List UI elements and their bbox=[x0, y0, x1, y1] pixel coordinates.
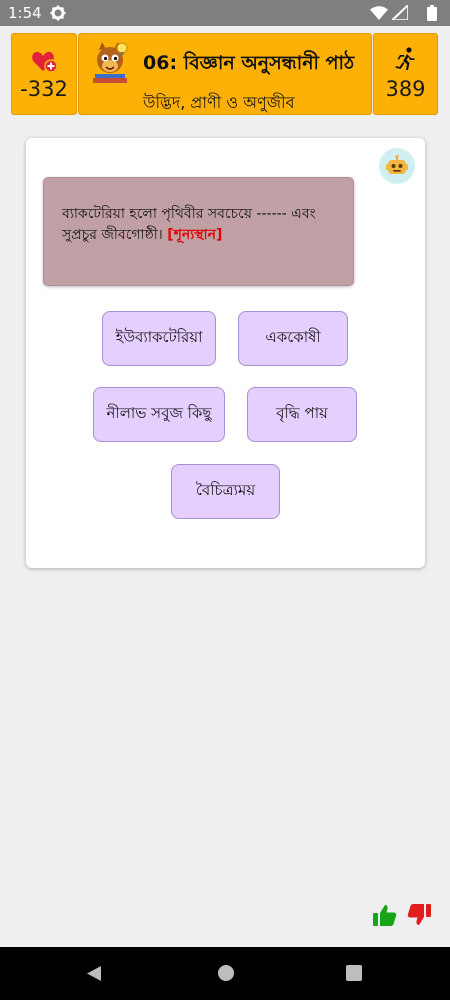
question-card: ব্যাকটেরিয়া হলো পৃথিবীর সবচেয়ে ------ … bbox=[26, 138, 425, 568]
back-icon[interactable] bbox=[86, 965, 102, 982]
lesson-header: 06: বিজ্ঞান অনুসন্ধানী পাঠ উদ্ভিদ, প্রাণ… bbox=[78, 33, 372, 115]
option-label: বৈচিত্র্যময় bbox=[195, 481, 256, 499]
option-label: বৃদ্ধি পায় bbox=[276, 404, 328, 422]
home-icon[interactable] bbox=[218, 965, 234, 981]
thumbs-down-icon[interactable] bbox=[407, 904, 431, 926]
option-button[interactable]: নীলাভ সবুজ কিছু bbox=[93, 387, 225, 442]
option-button[interactable]: ইউব্যাকটেরিয়া bbox=[102, 311, 216, 366]
steps-panel: 389 bbox=[373, 33, 438, 115]
lesson-subtitle: উদ্ভিদ, প্রাণী ও অণুজীব bbox=[143, 93, 295, 112]
blank-marker: [শূন্যস্থান] bbox=[167, 227, 223, 243]
steps-count: 389 bbox=[385, 77, 426, 101]
status-time: 1:54 bbox=[8, 4, 42, 22]
question-box: ব্যাকটেরিয়া হলো পৃথিবীর সবচেয়ে ------ … bbox=[43, 177, 354, 286]
wifi-icon bbox=[370, 6, 388, 20]
robot-icon bbox=[386, 155, 408, 174]
recent-apps-icon[interactable] bbox=[346, 965, 362, 981]
robot-assistant-button[interactable] bbox=[379, 148, 415, 184]
option-button[interactable]: বৈচিত্র্যময় bbox=[171, 464, 280, 519]
lesson-title: 06: বিজ্ঞান অনুসন্ধানী পাঠ bbox=[143, 52, 355, 74]
option-button[interactable]: এককোষী bbox=[238, 311, 348, 366]
navigation-bar bbox=[0, 947, 450, 1000]
signal-icon bbox=[392, 5, 408, 20]
option-button[interactable]: বৃদ্ধি পায় bbox=[247, 387, 357, 442]
gear-icon bbox=[50, 5, 66, 21]
lives-panel: -332 bbox=[11, 33, 77, 115]
mascot-icon bbox=[93, 42, 128, 83]
running-person-icon bbox=[395, 47, 415, 70]
option-label: ইউব্যাকটেরিয়া bbox=[115, 328, 203, 346]
status-bar: 1:54 bbox=[0, 0, 450, 26]
heart-plus-icon bbox=[32, 51, 58, 73]
lives-count: -332 bbox=[20, 77, 68, 101]
thumbs-up-icon[interactable] bbox=[373, 904, 397, 926]
battery-icon bbox=[427, 5, 437, 21]
option-label: এককোষী bbox=[265, 328, 321, 346]
option-label: নীলাভ সবুজ কিছু bbox=[106, 404, 212, 422]
